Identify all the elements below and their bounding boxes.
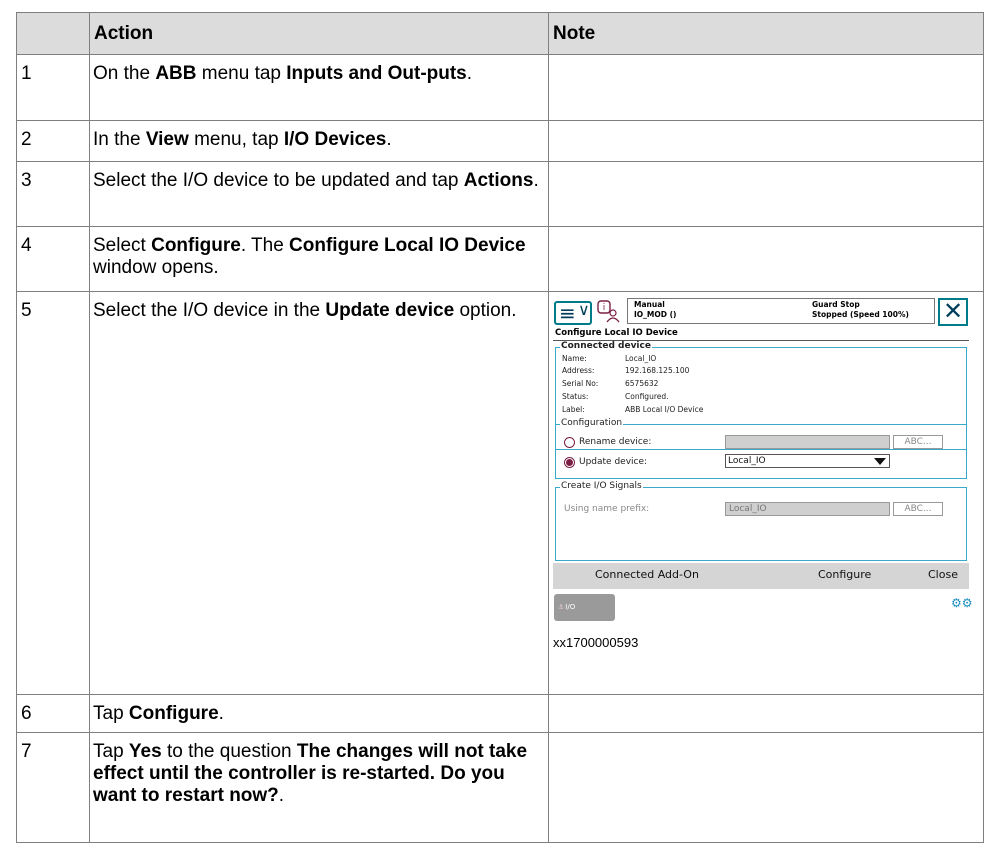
flexpendant-screenshot: ≡ ∨ i Manual IO_MOD () Guard Stop Stopped (…	[553, 298, 973, 623]
step-note: ≡ ∨ i Manual IO_MOD () Guard Stop Stopped (…	[548, 291, 984, 695]
address-value: 192.168.125.100	[625, 366, 690, 375]
close-button[interactable]: Close	[928, 569, 958, 580]
label-value: ABB Local I/O Device	[625, 405, 704, 414]
name-prefix-input[interactable]: Local_IO	[725, 502, 890, 516]
step-row-7: 7 Tap Yes to the question The changes wi…	[16, 732, 984, 843]
step-row-1: 1 On the ABB menu tap Inputs and Out-put…	[16, 54, 984, 121]
steps-table: Action Note 1 On the ABB menu tap Inputs…	[16, 12, 984, 843]
close-icon[interactable]: ✕	[938, 298, 968, 326]
chevron-down-icon: ∨	[578, 300, 590, 319]
step-action: Tap Configure.	[93, 703, 224, 724]
io-tab[interactable]: ⚓I/O	[554, 594, 615, 621]
main-menu-button[interactable]: ≡ ∨	[554, 301, 592, 325]
header-row: Action Note	[16, 12, 984, 55]
header-action: Action	[89, 12, 549, 55]
step-action: On the ABB menu tap Inputs and Out-puts.	[93, 63, 473, 84]
command-bar: Connected Add-On Configure Close	[553, 563, 969, 589]
step-note	[548, 732, 984, 843]
header-number	[16, 12, 90, 55]
step-action: Select Configure. The Configure Local IO…	[93, 235, 526, 278]
step-row-5: 5 Select the I/O device in the Update de…	[16, 291, 984, 695]
update-device-select[interactable]: Local_IO	[725, 454, 890, 468]
update-device-radio[interactable]	[564, 457, 575, 468]
header-note: Note	[548, 12, 984, 55]
chevron-down-icon	[874, 458, 886, 465]
step-number: 6	[21, 703, 32, 724]
connected-device-legend: Connected device	[560, 341, 652, 352]
step-note	[548, 226, 984, 292]
hamburger-icon: ≡	[559, 301, 576, 325]
step-number: 5	[21, 300, 32, 321]
update-device-label: Update device:	[579, 457, 648, 467]
step-note	[548, 120, 984, 162]
rename-device-radio[interactable]	[564, 437, 575, 448]
svg-text:i: i	[603, 303, 606, 313]
safety-status: Guard Stop	[812, 300, 860, 309]
step-action: Select the I/O device to be updated and …	[93, 170, 539, 191]
step-number: 4	[21, 235, 32, 256]
io-icon: ⚓	[558, 603, 565, 611]
status-panel: Manual IO_MOD () Guard Stop Stopped (Speed…	[627, 298, 935, 324]
top-bar: ≡ ∨ i Manual IO_MOD () Guard Stop Stopped (…	[553, 298, 969, 326]
step-note	[548, 161, 984, 227]
name-key: Name:	[562, 354, 587, 363]
figure-caption: xx1700000593	[553, 635, 639, 650]
rename-device-label: Rename device:	[579, 437, 652, 447]
serial-value: 6575632	[625, 379, 659, 388]
name-prefix-label: Using name prefix:	[564, 504, 650, 514]
serial-key: Serial No:	[562, 379, 599, 388]
create-signals-group: Create I/O Signals Using name prefix: Lo…	[555, 481, 967, 561]
step-note	[548, 694, 984, 733]
step-row-2: 2 In the View menu, tap I/O Devices.	[16, 120, 984, 162]
address-key: Address:	[562, 366, 595, 375]
step-action: Tap Yes to the question The changes will…	[93, 741, 528, 806]
prefix-abc-button[interactable]: ABC...	[893, 502, 943, 516]
step-row-4: 4 Select Configure. The Configure Local …	[16, 226, 984, 292]
status-value: Configured.	[625, 392, 669, 401]
step-number: 1	[21, 63, 32, 84]
name-value: Local_IO	[625, 354, 657, 363]
io-tab-label: I/O	[565, 603, 576, 611]
configuration-legend: Configuration	[560, 418, 624, 429]
step-row-3: 3 Select the I/O device to be updated an…	[16, 161, 984, 227]
create-signals-legend: Create I/O Signals	[560, 481, 643, 492]
rename-device-input[interactable]	[725, 435, 890, 449]
window-title: Configure Local IO Device	[555, 328, 678, 338]
connected-addon-button[interactable]: Connected Add-On	[595, 569, 699, 580]
configure-button[interactable]: Configure	[818, 569, 871, 580]
mode-status: Manual	[634, 300, 665, 309]
step-number: 2	[21, 129, 32, 150]
step-number: 7	[21, 741, 32, 762]
configuration-group: Configuration Rename device: ABC... Upda…	[555, 418, 967, 479]
status-key: Status:	[562, 392, 589, 401]
step-action: Select the I/O device in the Update devi…	[93, 300, 517, 321]
rename-abc-button[interactable]: ABC...	[893, 435, 943, 449]
robot-info-icon[interactable]: i	[596, 299, 622, 323]
step-number: 3	[21, 170, 32, 191]
label-key: Label:	[562, 405, 585, 414]
task-status: IO_MOD ()	[634, 310, 677, 319]
step-row-6: 6 Tap Configure.	[16, 694, 984, 733]
speed-status: Stopped (Speed 100%)	[812, 310, 909, 319]
gears-icon[interactable]: ⚙⚙	[951, 597, 973, 609]
step-note	[548, 54, 984, 121]
step-action: In the View menu, tap I/O Devices.	[93, 129, 392, 150]
